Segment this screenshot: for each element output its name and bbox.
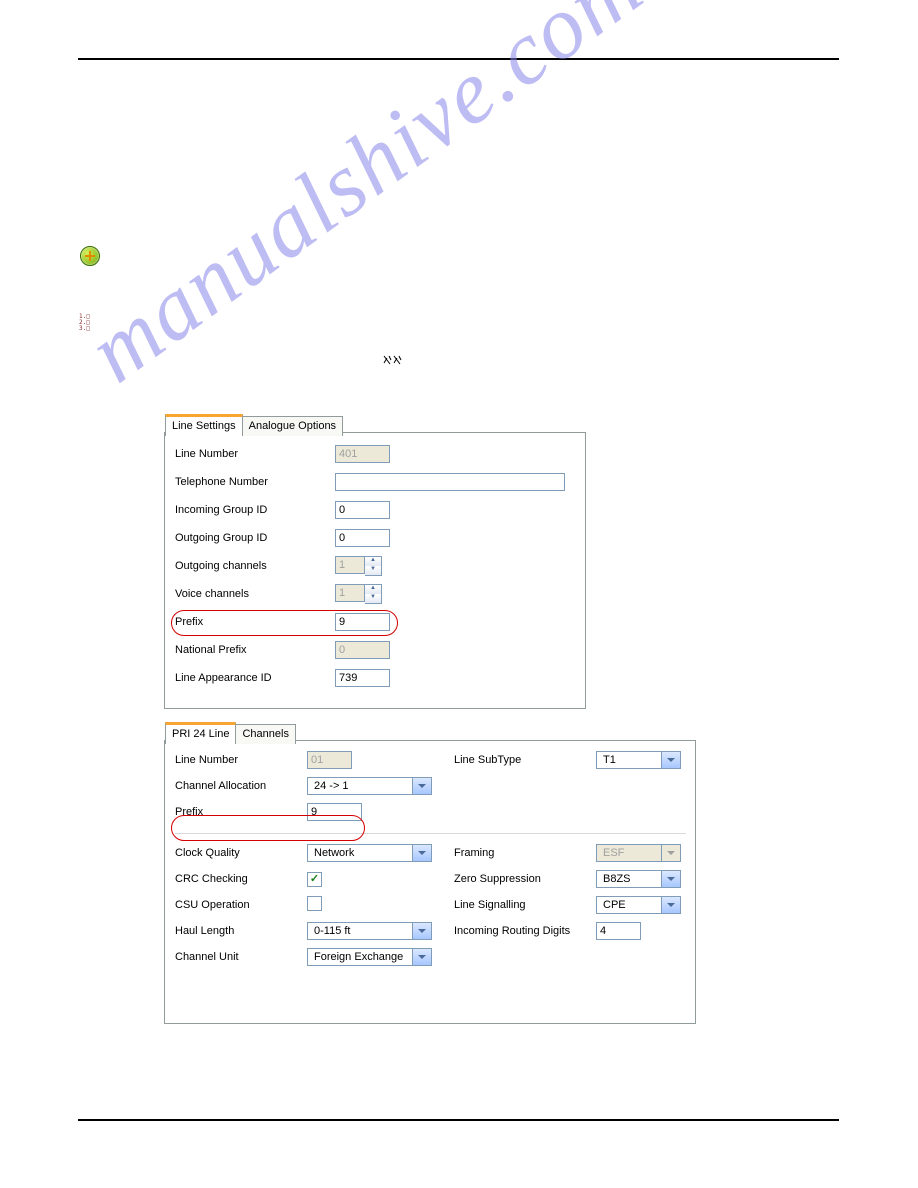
line-subtype-select[interactable]: T1	[596, 751, 681, 769]
channel-unit-select[interactable]: Foreign Exchange	[307, 948, 432, 966]
crc-checking-label: CRC Checking	[175, 873, 305, 885]
incoming-routing-field[interactable]	[596, 922, 641, 940]
chevron-down-icon	[661, 752, 680, 768]
zero-suppression-select[interactable]: B8ZS	[596, 870, 681, 888]
pri24-line-panel: PRI 24 Line Channels Line Number Line Su…	[164, 740, 696, 1024]
outgoing-group-label: Outgoing Group ID	[175, 532, 335, 544]
chevron-down-icon	[661, 845, 680, 861]
add-icon	[80, 246, 100, 266]
outgoing-group-field[interactable]	[335, 529, 390, 547]
haul-length-select[interactable]: 0-115 ft	[307, 922, 432, 940]
prefix-label2: Prefix	[175, 806, 305, 818]
voice-channels-label: Voice channels	[175, 588, 335, 600]
channel-allocation-label: Channel Allocation	[175, 780, 305, 792]
national-prefix-label: National Prefix	[175, 644, 335, 656]
incoming-group-field[interactable]	[335, 501, 390, 519]
clock-quality-select[interactable]: Network	[307, 844, 432, 862]
crc-checking-checkbox[interactable]	[307, 872, 322, 887]
watermark: manualshive.com	[69, 0, 661, 403]
tab-channels[interactable]: Channels	[236, 724, 295, 744]
prefix-field2[interactable]	[307, 803, 362, 821]
tab-analogue-options[interactable]: Analogue Options	[243, 416, 343, 436]
csu-operation-label: CSU Operation	[175, 899, 305, 911]
chevron-down-icon	[661, 897, 680, 913]
page-bottom-rule	[78, 1119, 839, 1121]
chevron-down-icon	[412, 923, 431, 939]
line-signalling-label: Line Signalling	[454, 899, 594, 911]
chevron-down-icon	[412, 845, 431, 861]
line-settings-panel: Line Settings Analogue Options Line Numb…	[164, 432, 586, 709]
line-number-field	[335, 445, 390, 463]
line-number-label2: Line Number	[175, 754, 305, 766]
chevron-down-icon	[661, 871, 680, 887]
prefix-label: Prefix	[175, 616, 335, 628]
zero-suppression-label: Zero Suppression	[454, 873, 594, 885]
channel-unit-label: Channel Unit	[175, 951, 305, 963]
telephone-number-field[interactable]	[335, 473, 565, 491]
line-appearance-label: Line Appearance ID	[175, 672, 335, 684]
incoming-routing-label: Incoming Routing Digits	[454, 925, 594, 937]
tab-pri24-line[interactable]: PRI 24 Line	[165, 722, 236, 744]
line-subtype-label: Line SubType	[454, 754, 594, 766]
tab-line-settings[interactable]: Line Settings	[165, 414, 243, 436]
clock-quality-label: Clock Quality	[175, 847, 305, 859]
line-number-field2	[307, 751, 352, 769]
line-signalling-select[interactable]: CPE	[596, 896, 681, 914]
prefix-field[interactable]	[335, 613, 390, 631]
outgoing-channels-label: Outgoing channels	[175, 560, 335, 572]
line-appearance-field[interactable]	[335, 669, 390, 687]
spinner-down-icon: ▼	[365, 594, 381, 603]
incoming-group-label: Incoming Group ID	[175, 504, 335, 516]
spinner-down-icon: ▼	[365, 566, 381, 575]
line-number-label: Line Number	[175, 448, 335, 460]
channel-allocation-select[interactable]: 24 -> 1	[307, 777, 432, 795]
haul-length-label: Haul Length	[175, 925, 305, 937]
voice-channels-field	[335, 584, 365, 602]
spinner-up-icon: ▲	[365, 585, 381, 594]
outgoing-channels-field	[335, 556, 365, 574]
framing-select: ESF	[596, 844, 681, 862]
csu-operation-checkbox[interactable]	[307, 896, 322, 911]
chevron-down-icon	[412, 949, 431, 965]
framing-label: Framing	[454, 847, 594, 859]
list-glyph-icon: 1.□2.□3.□	[79, 314, 90, 332]
chevron-down-icon	[412, 778, 431, 794]
telephone-number-label: Telephone Number	[175, 476, 335, 488]
page-top-rule	[78, 58, 839, 60]
national-prefix-field	[335, 641, 390, 659]
pin-icon	[380, 354, 406, 379]
spinner-up-icon: ▲	[365, 557, 381, 566]
